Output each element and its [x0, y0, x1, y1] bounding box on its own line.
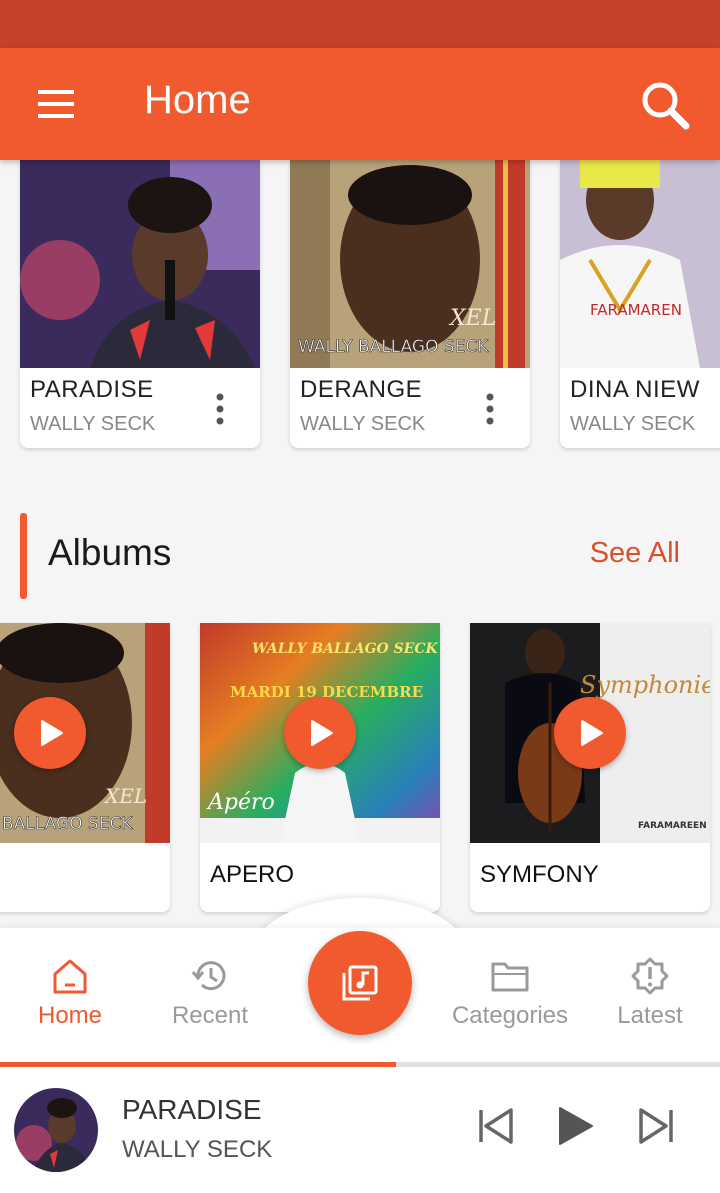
nav-label-home: Home	[37, 1002, 103, 1029]
hamburger-menu-icon	[38, 90, 74, 118]
app-root: Home PARADISE WALLY SECK XEL WALLY BALLA…	[0, 0, 720, 1193]
song-artwork: XEL WALLY BALLAGO SECK	[290, 160, 530, 368]
artwork-text: BALLAGO SECK	[2, 814, 133, 834]
artwork-text: WALLY BALLAGO SECK	[298, 337, 489, 357]
song-card[interactable]: FARAMAREN DINA NIEW WALLY SECK	[560, 160, 720, 448]
album-title: SYMFONY	[480, 861, 599, 888]
skip-next-icon	[639, 1108, 673, 1144]
page-title: Home	[144, 78, 251, 122]
song-more-button[interactable]	[210, 392, 230, 426]
album-card[interactable]: WALLY BALLAGO SECK MARDI 19 DECEMBRE Apé…	[200, 623, 440, 912]
search-icon	[642, 82, 690, 130]
song-more-button[interactable]	[480, 392, 500, 426]
song-artist: WALLY SECK	[300, 413, 426, 435]
next-button[interactable]	[636, 1104, 676, 1148]
artwork-text: WALLY BALLAGO SECK	[252, 641, 439, 657]
play-button[interactable]	[556, 1104, 596, 1148]
song-artwork: FARAMAREN	[560, 160, 720, 368]
album-play-button[interactable]	[284, 697, 356, 769]
nav-item-recent[interactable]: Recent	[140, 956, 280, 1036]
song-title: DERANGE	[300, 376, 423, 403]
artwork-text: FARAMAREN	[590, 301, 682, 319]
now-playing-artist: WALLY SECK	[122, 1136, 273, 1163]
song-artist: WALLY SECK	[570, 413, 696, 435]
song-title: DINA NIEW	[570, 376, 700, 403]
album-title: APERO	[210, 861, 295, 888]
albums-section-title: Albums	[48, 532, 172, 573]
skip-previous-icon	[479, 1108, 513, 1144]
now-playing-title: PARADISE	[122, 1094, 262, 1125]
playback-progress-track[interactable]	[0, 1062, 720, 1067]
history-icon	[191, 961, 226, 991]
play-icon	[559, 1107, 593, 1145]
songs-carousel[interactable]: PARADISE WALLY SECK XEL WALLY BALLAGO SE…	[0, 160, 720, 460]
more-vertical-icon	[216, 393, 224, 425]
app-bar: Home	[0, 48, 720, 160]
song-card[interactable]: XEL WALLY BALLAGO SECK DERANGE WALLY SEC…	[290, 160, 530, 448]
playback-progress-fill	[0, 1062, 396, 1067]
alert-badge-icon	[631, 957, 669, 995]
artwork-text: Symphonie	[580, 671, 710, 699]
album-play-button[interactable]	[554, 697, 626, 769]
folder-icon	[491, 962, 529, 992]
song-artist: WALLY SECK	[30, 413, 156, 435]
now-playing-artwork	[14, 1088, 98, 1172]
artwork-caption: Apéro	[206, 790, 275, 815]
song-artwork	[20, 160, 260, 368]
albums-carousel[interactable]: XEL BALLAGO SECK WALLY BALLAGO SECK MARD…	[0, 623, 720, 913]
play-icon	[41, 720, 63, 746]
nav-label-latest: Latest	[617, 1002, 683, 1029]
album-card[interactable]: XEL BALLAGO SECK	[0, 623, 170, 912]
music-library-icon	[342, 965, 378, 1001]
play-icon	[311, 720, 333, 746]
album-card[interactable]: Symphonie FARAMAREEN SYMFONY	[470, 623, 710, 912]
mini-player[interactable]: PARADISE WALLY SECK	[0, 1062, 720, 1193]
menu-button[interactable]	[28, 80, 84, 128]
nav-item-latest[interactable]: Latest	[580, 956, 720, 1036]
album-play-button[interactable]	[14, 697, 86, 769]
home-icon	[53, 959, 87, 994]
previous-button[interactable]	[476, 1104, 516, 1148]
artwork-caption: XEL	[103, 784, 147, 808]
play-icon	[581, 720, 603, 746]
more-vertical-icon	[486, 393, 494, 425]
nav-item-home[interactable]: Home	[0, 956, 140, 1036]
song-card[interactable]: PARADISE WALLY SECK	[20, 160, 260, 448]
nav-label-recent: Recent	[171, 1002, 249, 1029]
status-bar	[0, 0, 720, 48]
nav-label-categories: Categories	[451, 1002, 569, 1029]
artwork-caption: FARAMAREEN	[638, 821, 707, 831]
song-title: PARADISE	[30, 376, 154, 403]
music-library-button[interactable]	[308, 931, 412, 1035]
section-accent-bar	[20, 513, 27, 599]
search-button[interactable]	[638, 78, 694, 134]
nav-item-categories[interactable]: Categories	[440, 956, 580, 1036]
artwork-caption: XEL	[448, 306, 496, 331]
see-all-link[interactable]: See All	[590, 537, 680, 570]
